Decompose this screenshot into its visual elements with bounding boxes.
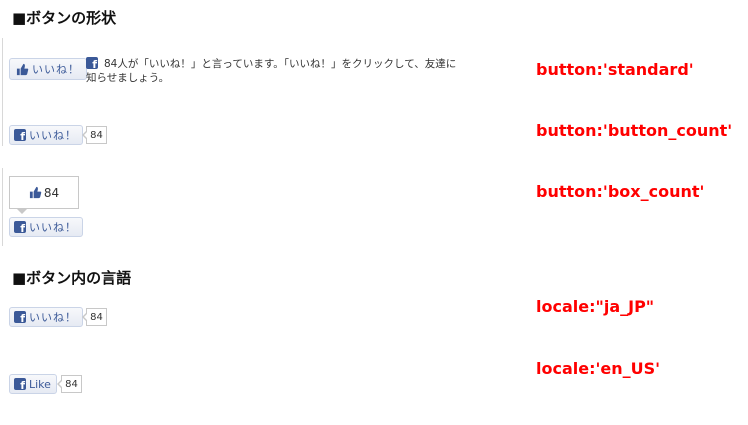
- like-button-label: いいね！: [32, 63, 80, 76]
- like-button-standard[interactable]: いいね！: [9, 58, 87, 80]
- thumbs-up-icon: [16, 63, 29, 75]
- divider-line: [2, 38, 3, 146]
- like-count-bubble: 84: [82, 126, 107, 144]
- like-button-button-count[interactable]: いいね！: [9, 125, 83, 145]
- like-button-label: いいね！: [29, 221, 77, 234]
- like-button-label: いいね！: [29, 311, 77, 324]
- label-box-count: button:'box_count': [536, 182, 705, 201]
- like-button-en[interactable]: Like: [9, 374, 57, 394]
- facebook-icon: [14, 129, 26, 143]
- like-count-bubble: 84: [82, 308, 107, 326]
- section-heading-shape: ■ボタンの形状: [12, 9, 117, 27]
- facebook-icon: [14, 221, 26, 235]
- facebook-icon: [14, 378, 26, 392]
- facebook-icon: [86, 57, 98, 71]
- like-count-bubble: 84: [57, 375, 82, 393]
- label-button-count: button:'button_count': [536, 121, 733, 140]
- like-social-sentence: 84人が「いいね！」と言っています。「いいね！」をクリックして、友達に知らせまし…: [86, 58, 457, 84]
- section-heading-locale: ■ボタン内の言語: [12, 269, 132, 287]
- like-button-label: Like: [29, 377, 51, 391]
- facebook-icon: [14, 311, 26, 325]
- box-count-value: 84: [43, 185, 60, 200]
- like-button-label: いいね！: [29, 129, 77, 142]
- label-locale-ja: locale:"ja_JP": [536, 297, 655, 316]
- label-standard: button:'standard': [536, 60, 694, 79]
- divider-line: [2, 168, 3, 246]
- like-social-text: 84人が「いいね！」と言っています。「いいね！」をクリックして、友達に知らせまし…: [86, 57, 466, 85]
- like-button-ja[interactable]: いいね！: [9, 307, 83, 327]
- label-locale-en: locale:'en_US': [536, 359, 661, 378]
- thumbs-up-icon: [29, 186, 42, 199]
- like-button-box-count[interactable]: いいね！: [9, 217, 83, 237]
- like-count-box: 84: [9, 176, 79, 214]
